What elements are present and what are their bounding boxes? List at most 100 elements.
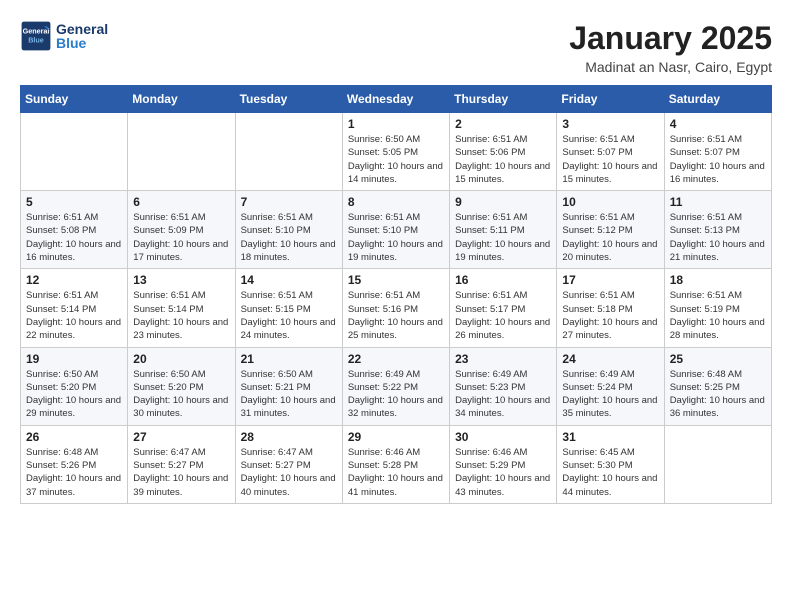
day-info: Sunrise: 6:46 AMSunset: 5:28 PMDaylight:… <box>348 446 444 499</box>
day-info: Sunrise: 6:51 AMSunset: 5:14 PMDaylight:… <box>133 289 229 342</box>
calendar-cell: 1Sunrise: 6:50 AMSunset: 5:05 PMDaylight… <box>342 113 449 191</box>
weekday-header-friday: Friday <box>557 86 664 113</box>
weekday-header-thursday: Thursday <box>450 86 557 113</box>
weekday-header-tuesday: Tuesday <box>235 86 342 113</box>
day-info: Sunrise: 6:51 AMSunset: 5:09 PMDaylight:… <box>133 211 229 264</box>
calendar-cell: 11Sunrise: 6:51 AMSunset: 5:13 PMDayligh… <box>664 191 771 269</box>
calendar-cell: 26Sunrise: 6:48 AMSunset: 5:26 PMDayligh… <box>21 425 128 503</box>
title-section: January 2025 Madinat an Nasr, Cairo, Egy… <box>569 20 772 75</box>
day-info: Sunrise: 6:51 AMSunset: 5:15 PMDaylight:… <box>241 289 337 342</box>
calendar-cell: 16 Sunrise: 6:51 AMSunset: 5:17 PMDayligh… <box>450 269 557 347</box>
day-number: 7 <box>241 195 337 209</box>
calendar-cell: 20Sunrise: 6:50 AMSunset: 5:20 PMDayligh… <box>128 347 235 425</box>
calendar-week-row: 5 Sunrise: 6:51 AMSunset: 5:08 PMDaylight… <box>21 191 772 269</box>
calendar-cell: 7 Sunrise: 6:51 AMSunset: 5:10 PMDaylight… <box>235 191 342 269</box>
day-number: 25 <box>670 352 766 366</box>
calendar-week-row: 1Sunrise: 6:50 AMSunset: 5:05 PMDaylight… <box>21 113 772 191</box>
calendar-cell: 22 Sunrise: 6:49 AMSunset: 5:22 PMDayligh… <box>342 347 449 425</box>
weekday-header-saturday: Saturday <box>664 86 771 113</box>
calendar-table: SundayMondayTuesdayWednesdayThursdayFrid… <box>20 85 772 504</box>
calendar-cell: 21 Sunrise: 6:50 AMSunset: 5:21 PMDayligh… <box>235 347 342 425</box>
logo: General Blue General Blue <box>20 20 108 52</box>
page-header: General Blue General Blue January 2025 M… <box>20 20 772 75</box>
day-number: 19 <box>26 352 122 366</box>
day-info: Sunrise: 6:51 AMSunset: 5:13 PMDaylight:… <box>670 211 766 264</box>
svg-text:Blue: Blue <box>28 35 44 44</box>
day-number: 27 <box>133 430 229 444</box>
day-number: 16 <box>455 273 551 287</box>
day-info: Sunrise: 6:45 AMSunset: 5:30 PMDaylight:… <box>562 446 658 499</box>
weekday-header-wednesday: Wednesday <box>342 86 449 113</box>
weekday-header-sunday: Sunday <box>21 86 128 113</box>
day-number: 29 <box>348 430 444 444</box>
calendar-cell <box>21 113 128 191</box>
day-number: 22 <box>348 352 444 366</box>
day-number: 2 <box>455 117 551 131</box>
calendar-cell: 2 Sunrise: 6:51 AMSunset: 5:06 PMDaylight… <box>450 113 557 191</box>
calendar-cell: 8 Sunrise: 6:51 AMSunset: 5:10 PMDaylight… <box>342 191 449 269</box>
day-number: 4 <box>670 117 766 131</box>
day-info: Sunrise: 6:50 AMSunset: 5:05 PMDaylight:… <box>348 133 444 186</box>
day-info: Sunrise: 6:51 AMSunset: 5:07 PMDaylight:… <box>562 133 658 186</box>
day-number: 18 <box>670 273 766 287</box>
logo-blue: Blue <box>56 35 108 51</box>
day-number: 15 <box>348 273 444 287</box>
calendar-cell: 27 Sunrise: 6:47 AMSunset: 5:27 PMDayligh… <box>128 425 235 503</box>
day-info: Sunrise: 6:51 AMSunset: 5:10 PMDaylight:… <box>241 211 337 264</box>
day-info: Sunrise: 6:51 AMSunset: 5:16 PMDaylight:… <box>348 289 444 342</box>
day-number: 5 <box>26 195 122 209</box>
calendar-week-row: 19 Sunrise: 6:50 AMSunset: 5:20 PMDayligh… <box>21 347 772 425</box>
day-info: Sunrise: 6:51 AMSunset: 5:07 PMDaylight:… <box>670 133 766 186</box>
day-info: Sunrise: 6:49 AMSunset: 5:22 PMDaylight:… <box>348 368 444 421</box>
day-info: Sunrise: 6:51 AMSunset: 5:19 PMDaylight:… <box>670 289 766 342</box>
day-info: Sunrise: 6:50 AMSunset: 5:21 PMDaylight:… <box>241 368 337 421</box>
calendar-cell: 14 Sunrise: 6:51 AMSunset: 5:15 PMDayligh… <box>235 269 342 347</box>
day-info: Sunrise: 6:46 AMSunset: 5:29 PMDaylight:… <box>455 446 551 499</box>
day-number: 9 <box>455 195 551 209</box>
calendar-cell: 23 Sunrise: 6:49 AMSunset: 5:23 PMDayligh… <box>450 347 557 425</box>
day-info: Sunrise: 6:47 AMSunset: 5:27 PMDaylight:… <box>241 446 337 499</box>
calendar-cell: 31 Sunrise: 6:45 AMSunset: 5:30 PMDayligh… <box>557 425 664 503</box>
day-info: Sunrise: 6:48 AMSunset: 5:26 PMDaylight:… <box>26 446 122 499</box>
day-number: 6 <box>133 195 229 209</box>
day-info: Sunrise: 6:51 AMSunset: 5:06 PMDaylight:… <box>455 133 551 186</box>
calendar-cell: 10 Sunrise: 6:51 AMSunset: 5:12 PMDayligh… <box>557 191 664 269</box>
day-number: 20 <box>133 352 229 366</box>
day-number: 14 <box>241 273 337 287</box>
day-info: Sunrise: 6:51 AMSunset: 5:14 PMDaylight:… <box>26 289 122 342</box>
calendar-cell: 30Sunrise: 6:46 AMSunset: 5:29 PMDayligh… <box>450 425 557 503</box>
calendar-cell: 18 Sunrise: 6:51 AMSunset: 5:19 PMDayligh… <box>664 269 771 347</box>
calendar-cell: 4 Sunrise: 6:51 AMSunset: 5:07 PMDaylight… <box>664 113 771 191</box>
day-info: Sunrise: 6:48 AMSunset: 5:25 PMDaylight:… <box>670 368 766 421</box>
calendar-cell: 28Sunrise: 6:47 AMSunset: 5:27 PMDayligh… <box>235 425 342 503</box>
calendar-cell: 17Sunrise: 6:51 AMSunset: 5:18 PMDayligh… <box>557 269 664 347</box>
day-info: Sunrise: 6:49 AMSunset: 5:23 PMDaylight:… <box>455 368 551 421</box>
calendar-cell: 13Sunrise: 6:51 AMSunset: 5:14 PMDayligh… <box>128 269 235 347</box>
calendar-cell <box>664 425 771 503</box>
day-number: 24 <box>562 352 658 366</box>
calendar-cell: 6 Sunrise: 6:51 AMSunset: 5:09 PMDaylight… <box>128 191 235 269</box>
weekday-header-monday: Monday <box>128 86 235 113</box>
day-info: Sunrise: 6:51 AMSunset: 5:12 PMDaylight:… <box>562 211 658 264</box>
calendar-title: January 2025 <box>569 20 772 57</box>
day-number: 10 <box>562 195 658 209</box>
day-number: 17 <box>562 273 658 287</box>
calendar-cell: 3 Sunrise: 6:51 AMSunset: 5:07 PMDaylight… <box>557 113 664 191</box>
logo-icon: General Blue <box>20 20 52 52</box>
calendar-cell: 29 Sunrise: 6:46 AMSunset: 5:28 PMDayligh… <box>342 425 449 503</box>
calendar-week-row: 12Sunrise: 6:51 AMSunset: 5:14 PMDayligh… <box>21 269 772 347</box>
day-number: 8 <box>348 195 444 209</box>
day-info: Sunrise: 6:51 AMSunset: 5:08 PMDaylight:… <box>26 211 122 264</box>
day-info: Sunrise: 6:47 AMSunset: 5:27 PMDaylight:… <box>133 446 229 499</box>
day-number: 23 <box>455 352 551 366</box>
calendar-cell: 19 Sunrise: 6:50 AMSunset: 5:20 PMDayligh… <box>21 347 128 425</box>
day-info: Sunrise: 6:51 AMSunset: 5:10 PMDaylight:… <box>348 211 444 264</box>
day-info: Sunrise: 6:50 AMSunset: 5:20 PMDaylight:… <box>26 368 122 421</box>
day-info: Sunrise: 6:51 AMSunset: 5:11 PMDaylight:… <box>455 211 551 264</box>
day-number: 3 <box>562 117 658 131</box>
day-info: Sunrise: 6:51 AMSunset: 5:17 PMDaylight:… <box>455 289 551 342</box>
day-number: 21 <box>241 352 337 366</box>
day-info: Sunrise: 6:49 AMSunset: 5:24 PMDaylight:… <box>562 368 658 421</box>
day-number: 31 <box>562 430 658 444</box>
calendar-cell <box>128 113 235 191</box>
